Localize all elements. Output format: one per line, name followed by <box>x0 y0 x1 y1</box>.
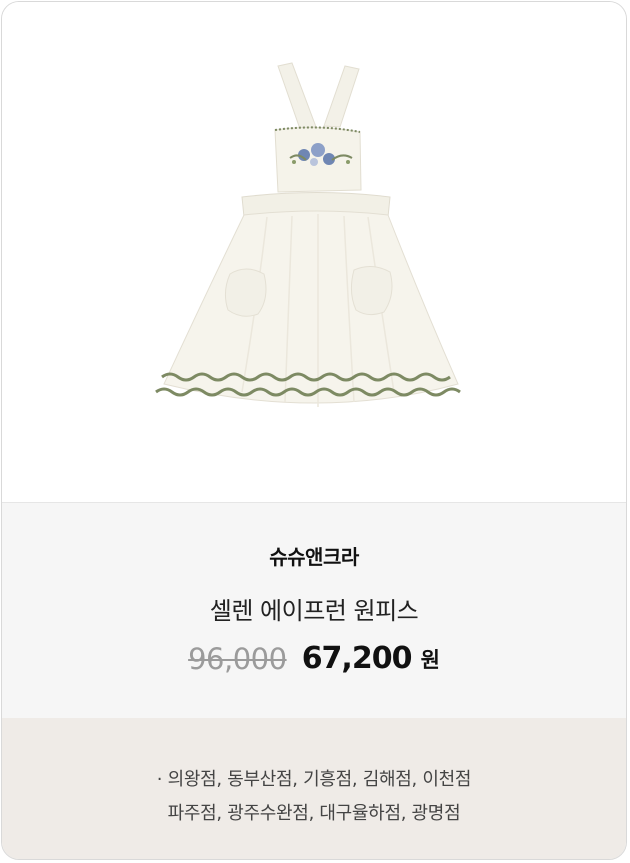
currency-label: 원 <box>420 647 440 672</box>
original-price: 96,000 <box>188 641 287 676</box>
store-availability: · 의왕점, 동부산점, 기흥점, 김해점, 이천점 파주점, 광주수완점, 대… <box>2 718 626 859</box>
product-card[interactable]: 슈슈앤크라 셀렌 에이프런 원피스 96,000 67,200 원 · 의왕점,… <box>1 1 627 860</box>
product-image[interactable] <box>2 2 626 502</box>
store-list-line-2: 파주점, 광주수완점, 대구율하점, 광명점 <box>167 803 461 824</box>
sale-price: 67,200 <box>301 641 413 676</box>
apron-dress-image <box>155 62 461 407</box>
brand-name[interactable]: 슈슈앤크라 <box>2 541 626 570</box>
product-name[interactable]: 셀렌 에이프런 원피스 <box>2 591 626 626</box>
store-list-line-1: · 의왕점, 동부산점, 기흥점, 김해점, 이천점 <box>156 769 472 790</box>
product-info: 슈슈앤크라 셀렌 에이프런 원피스 96,000 67,200 원 <box>2 502 626 718</box>
price-row: 96,000 67,200 원 <box>2 641 626 676</box>
